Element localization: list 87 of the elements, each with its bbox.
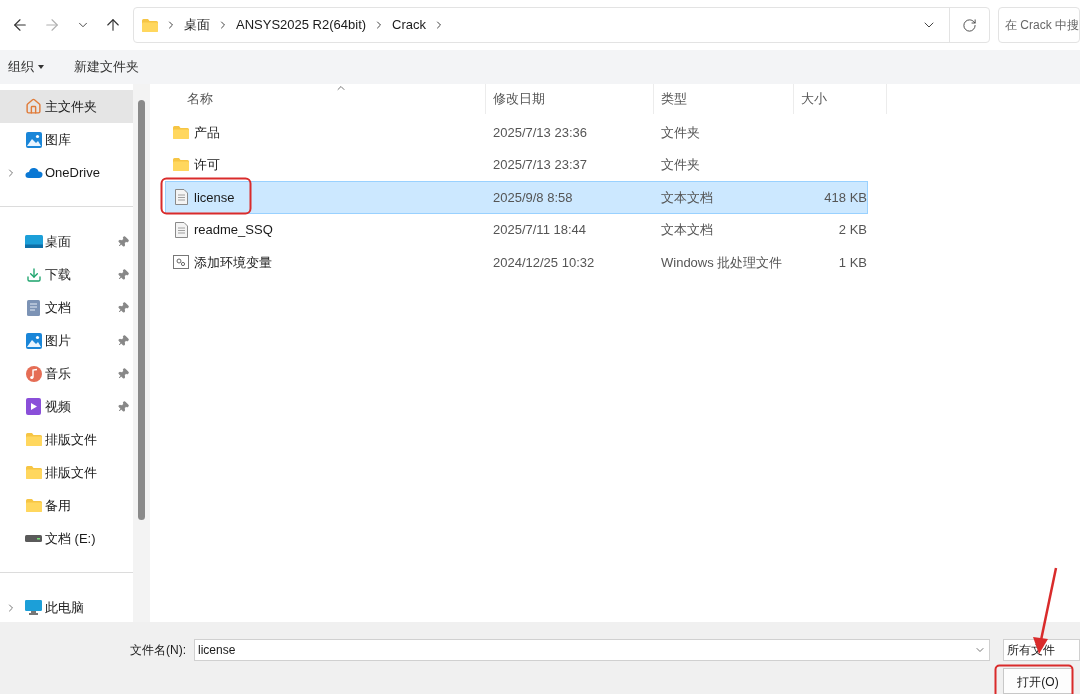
file-type: 文件夹 — [660, 156, 701, 174]
folder-icon — [25, 466, 42, 479]
modified-date: 2025/7/13 23:36 — [492, 123, 588, 142]
picture-icon — [25, 332, 42, 349]
navigation-label: 音乐 — [45, 364, 71, 383]
music-note-icon — [25, 365, 42, 382]
navigation-label: 文档 (E:) — [45, 529, 96, 548]
video-icon — [26, 398, 41, 415]
file-size: 418 KB — [824, 189, 867, 205]
column-header[interactable]: 名称 — [165, 84, 486, 114]
filename-label: 文件名(N): — [130, 642, 187, 659]
navigation-item[interactable]: 排版文件 — [0, 456, 133, 489]
navigation-label: 主文件夹 — [45, 97, 97, 116]
file-row[interactable]: 产品 2025/7/13 23:36 文件夹 — [165, 116, 868, 149]
navigation-label: 图片 — [45, 331, 71, 350]
navigation-label: 桌面 — [45, 232, 71, 251]
navigation-item[interactable]: 桌面 — [0, 225, 133, 258]
navigation-item[interactable]: 图片 — [0, 324, 133, 357]
file-type: Windows 批处理文件 — [660, 253, 784, 272]
navigation-item[interactable]: 文档 — [0, 291, 133, 324]
organize-button[interactable]: 组织 — [8, 57, 44, 77]
address-bar[interactable]: 桌面 ANSYS2025 R2(64bit) Crack — [133, 7, 990, 43]
navigation-label: 排版文件 — [45, 463, 97, 482]
home-icon — [25, 98, 42, 115]
file-name: 产品 — [194, 123, 220, 142]
text-file-icon — [174, 189, 188, 206]
download-icon — [25, 266, 42, 283]
picture-icon — [25, 131, 42, 148]
desktop-icon — [24, 235, 43, 248]
column-header[interactable]: 修改日期 — [486, 84, 654, 114]
file-row[interactable]: 许可 2025/7/13 23:37 文件夹 — [165, 148, 868, 181]
folder-icon — [25, 499, 42, 512]
file-name: 许可 — [194, 156, 220, 174]
file-size: 1 KB — [838, 254, 867, 270]
breadcrumb[interactable]: ANSYS2025 R2(64bit) — [236, 15, 367, 35]
scrollbar-thumb[interactable] — [138, 100, 145, 520]
navigation-item[interactable]: 排版文件 — [0, 423, 133, 456]
breadcrumb[interactable]: Crack — [392, 15, 427, 35]
gear-window-icon — [173, 255, 189, 270]
text-file-icon — [174, 221, 188, 238]
navigation-item[interactable]: 备用 — [0, 489, 133, 522]
file-row[interactable]: license 2025/9/8 8:58 文本文档 418 KB — [165, 181, 868, 214]
modified-date: 2024/12/25 10:32 — [492, 253, 596, 272]
file-size: 2 KB — [838, 222, 867, 237]
navigation-item[interactable]: 文档 (E:) — [0, 522, 133, 555]
file-type: 文本文档 — [660, 221, 714, 239]
folder-icon — [173, 125, 189, 139]
navigation-item[interactable]: 图库 — [0, 123, 133, 156]
file-type: 文本文档 — [660, 188, 714, 207]
cloud-icon — [24, 167, 43, 178]
navigation-item[interactable]: 主文件夹 — [0, 90, 133, 123]
navigation-label: 下载 — [45, 265, 71, 284]
search-field[interactable]: 在 Crack 中搜 — [998, 7, 1080, 43]
modified-date: 2025/7/11 18:44 — [492, 221, 587, 239]
file-name: readme_SSQ — [194, 221, 273, 239]
new-folder-button[interactable]: 新建文件夹 — [74, 57, 139, 77]
navigation-label: 文档 — [45, 298, 71, 317]
file-row[interactable]: 添加环境变量 2024/12/25 10:32 Windows 批处理文件 1 KB — [165, 246, 868, 279]
navigation-label: 排版文件 — [45, 430, 97, 449]
folder-icon — [142, 18, 158, 32]
navigation-label: 此电脑 — [45, 598, 84, 617]
breadcrumb[interactable]: 桌面 — [184, 15, 210, 35]
document-icon — [27, 299, 40, 316]
navigation-item[interactable]: 下载 — [0, 258, 133, 291]
drive-icon — [25, 535, 42, 542]
column-header[interactable]: 大小 — [794, 84, 887, 114]
file-name: license — [194, 188, 235, 207]
open-button[interactable]: 打开(O) — [1003, 668, 1073, 694]
navigation-label: 视频 — [45, 397, 71, 416]
file-name: 添加环境变量 — [194, 253, 272, 272]
file-row[interactable]: readme_SSQ 2025/7/11 18:44 文本文档 2 KB — [165, 213, 868, 246]
navigation-item[interactable]: OneDrive — [0, 156, 133, 189]
modified-date: 2025/9/8 8:58 — [492, 188, 574, 207]
refresh-icon — [962, 17, 977, 33]
navigation-item[interactable]: 音乐 — [0, 357, 133, 390]
file-type: 文件夹 — [660, 123, 701, 142]
folder-icon — [173, 158, 189, 172]
navigation-item[interactable]: 此电脑 — [0, 591, 133, 624]
filename-field[interactable]: license — [194, 639, 990, 661]
folder-icon — [25, 433, 42, 446]
navigation-label: 图库 — [45, 130, 71, 149]
modified-date: 2025/7/13 23:37 — [492, 156, 588, 174]
navigation-item[interactable]: 视频 — [0, 390, 133, 423]
column-header[interactable]: 类型 — [654, 84, 794, 114]
navigation-label: OneDrive — [45, 163, 100, 182]
monitor-icon — [25, 600, 42, 615]
navigation-label: 备用 — [45, 496, 71, 515]
